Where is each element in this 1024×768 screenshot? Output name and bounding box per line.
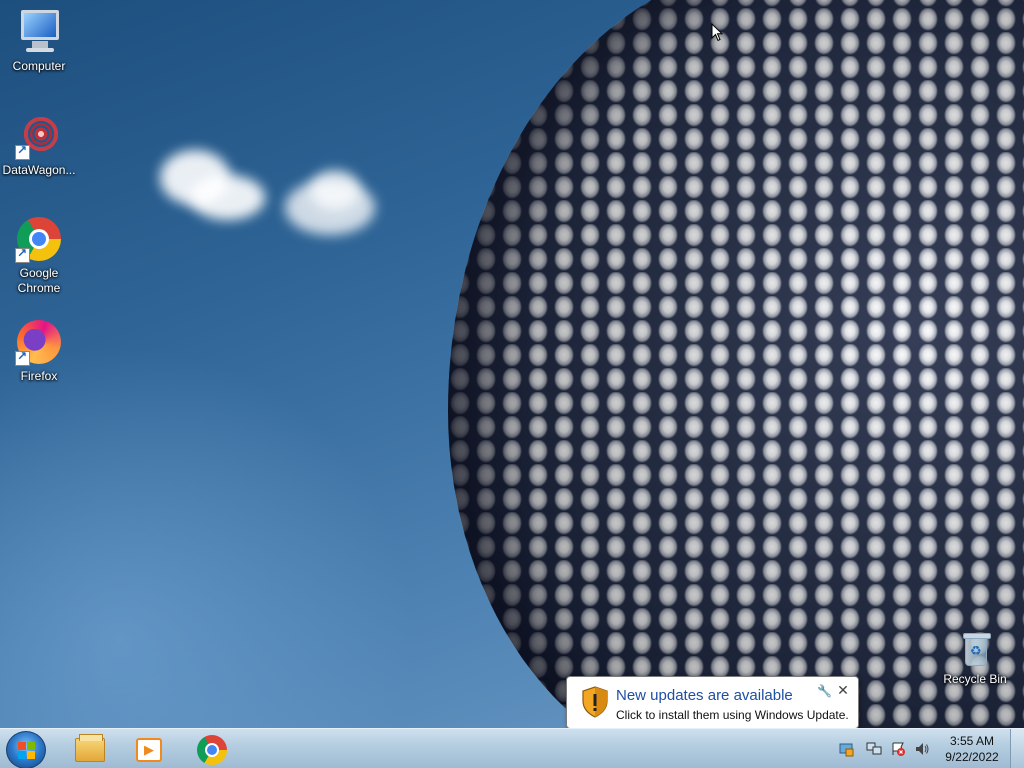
desktop-icon-firefox[interactable]: Firefox — [1, 318, 77, 384]
taskbar: 3:55 AM 9/22/2022 — [0, 728, 1024, 768]
close-button[interactable]: ✕ — [836, 682, 850, 699]
desktop-icon-computer[interactable]: Computer — [1, 8, 77, 74]
action-center-icon[interactable] — [890, 741, 906, 757]
show-desktop-button[interactable] — [1010, 729, 1024, 768]
desktop-icon-label: Firefox — [20, 369, 58, 383]
shortcut-arrow-icon — [15, 246, 30, 263]
desktop-wallpaper: Computer DataWagon... Google Chrome Fire… — [0, 0, 1024, 728]
shortcut-arrow-icon — [15, 143, 30, 160]
windows-update-icon[interactable] — [838, 741, 854, 757]
chrome-icon — [197, 735, 227, 765]
volume-icon[interactable] — [914, 741, 930, 757]
shortcut-arrow-icon — [15, 349, 30, 366]
windows-start-icon — [18, 742, 36, 760]
desktop-icon-label: Computer — [12, 59, 66, 73]
desktop-icon-label: Google Chrome — [17, 266, 61, 295]
desktop-icon-recycle-bin[interactable]: Recycle Bin — [937, 630, 1013, 687]
clock-time[interactable]: 3:55 AM — [942, 734, 1002, 748]
mouse-cursor-icon — [711, 23, 723, 42]
chrome-icon — [15, 215, 63, 263]
cloud — [310, 170, 360, 210]
media-player-icon — [136, 738, 162, 762]
taskbar-windows-explorer-button[interactable] — [60, 731, 118, 767]
taskbar-media-player-button[interactable] — [120, 731, 178, 767]
desktop-icon-google-chrome[interactable]: Google Chrome — [1, 215, 77, 296]
wrench-icon[interactable]: 🔧 — [817, 684, 832, 698]
shield-warning-icon — [582, 686, 608, 718]
computer-icon — [15, 8, 63, 56]
firefox-icon — [15, 318, 63, 366]
notification-message: Click to install them using Windows Upda… — [616, 708, 849, 722]
notification-title: New updates are available — [616, 687, 793, 704]
cloud — [190, 175, 265, 220]
taskbar-chrome-button[interactable] — [183, 731, 241, 767]
desktop-icon-datawagon[interactable]: DataWagon... — [1, 112, 77, 178]
desktop-icon-label: DataWagon... — [2, 163, 76, 177]
network-icon[interactable] — [866, 741, 882, 757]
update-notification-balloon[interactable]: New updates are available Click to insta… — [566, 676, 859, 738]
wallpaper-dome — [448, 0, 1024, 728]
datawagon-icon — [15, 112, 63, 160]
folder-icon — [75, 734, 105, 762]
recycle-bin-icon — [951, 630, 999, 678]
clock-date[interactable]: 9/22/2022 — [942, 750, 1002, 764]
start-button[interactable] — [6, 731, 46, 768]
